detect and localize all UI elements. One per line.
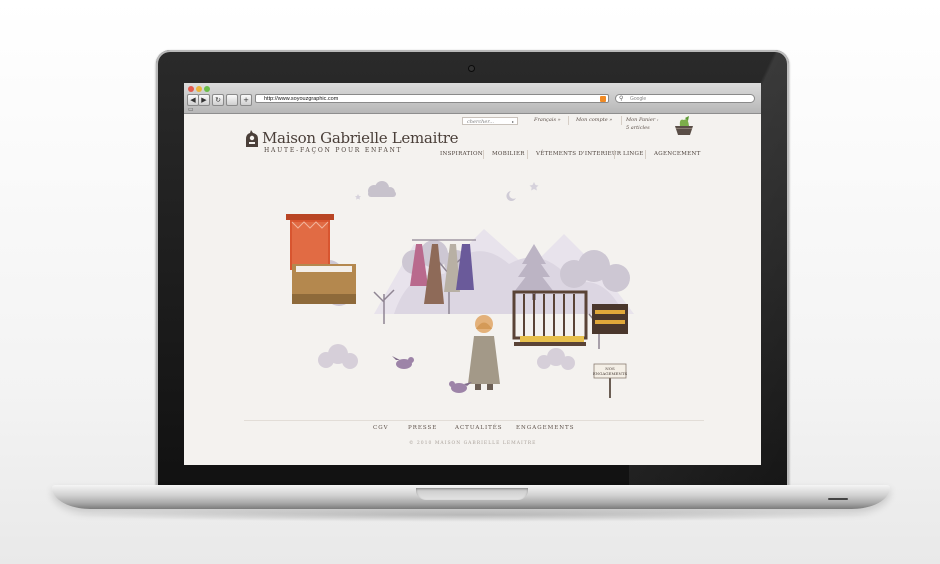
moon-icon: [506, 191, 516, 201]
footer-divider: [244, 420, 704, 421]
footer-link-engagements[interactable]: ENGAGEMENTS: [516, 425, 575, 431]
reload-button[interactable]: ↻: [212, 94, 224, 106]
menu-item-vetements[interactable]: VÊTEMENTS D'INTERIEUR: [536, 151, 621, 157]
brand-name[interactable]: Maison Gabrielle Lemaitre: [262, 129, 459, 147]
web-page: Maison Gabrielle Lemaitre HAUTE-FAÇON PO…: [184, 114, 761, 465]
child-figure: [468, 315, 500, 390]
cloud-shape: [318, 344, 575, 370]
laptop-screen: ◀ ▶ ↻ + http://www.soyouzgraphic.com ⚲ G…: [184, 83, 761, 465]
menu-item-mobilier[interactable]: MOBILIER: [492, 151, 525, 157]
cloud-shape: [368, 181, 396, 197]
account-link[interactable]: Mon compte »: [576, 117, 612, 123]
copyright-notice: © 2010 MAISON GABRIELLE LEMAITRE: [409, 441, 537, 446]
menu-item-inspiration[interactable]: INSPIRATION: [440, 151, 483, 157]
browser-search-placeholder: Google: [630, 96, 647, 102]
zoom-window-icon[interactable]: [204, 86, 210, 92]
webcam: [469, 66, 474, 71]
close-window-icon[interactable]: [188, 86, 194, 92]
cart-link[interactable]: Mon Panier :: [626, 117, 659, 123]
menu-item-linge[interactable]: LINGE: [623, 151, 644, 157]
divider: [621, 116, 622, 125]
laptop-notch: [416, 488, 528, 500]
search-icon: ⚲: [619, 95, 624, 102]
bookmarks-icon[interactable]: ▭: [188, 106, 194, 113]
divider: [483, 150, 484, 159]
language-selector[interactable]: Français »: [534, 117, 561, 123]
sleep-indicator: [828, 498, 848, 500]
site-search-input[interactable]: chercher... ▸: [462, 117, 518, 125]
hero-illustration: NOS ENGAGEMENTS: [286, 181, 634, 398]
divider: [614, 150, 615, 159]
basket-icon[interactable]: [672, 116, 696, 136]
cabinet-shape: [592, 304, 628, 334]
rss-icon[interactable]: [600, 96, 606, 102]
minimize-window-icon[interactable]: [196, 86, 202, 92]
forward-button[interactable]: ▶: [198, 94, 210, 106]
menu-item-agencement[interactable]: AGENCEMENT: [654, 151, 701, 157]
star-icon: [529, 182, 539, 191]
canopy-bed-shape: [286, 214, 356, 304]
brand-logo-icon[interactable]: [244, 130, 260, 148]
engagements-signpost: NOS ENGAGEMENTS: [593, 363, 628, 398]
footer-link-presse[interactable]: PRESSE: [408, 425, 437, 431]
cart-count: 5 articles: [626, 125, 650, 131]
star-icon: [355, 194, 361, 200]
add-bookmark-button[interactable]: +: [240, 94, 252, 106]
bookmark-button[interactable]: [226, 94, 238, 106]
search-submit-icon[interactable]: ▸: [512, 118, 514, 126]
address-bar[interactable]: http://www.soyouzgraphic.com: [255, 94, 609, 103]
browser-toolbar: ◀ ▶ ↻ + http://www.soyouzgraphic.com ⚲ G…: [184, 83, 761, 114]
laptop-shadow: [60, 508, 880, 522]
brand-tagline: HAUTE-FAÇON POUR ENFANT: [264, 147, 403, 154]
site-search-placeholder: chercher...: [467, 119, 494, 125]
bird-icon: [392, 356, 414, 369]
browser-search-field[interactable]: ⚲ Google: [615, 94, 755, 103]
divider: [527, 150, 528, 159]
footer-link-actualites[interactable]: ACTUALITÉS: [455, 425, 503, 431]
signpost-line-2: ENGAGEMENTS: [593, 371, 628, 376]
address-bar-url: http://www.soyouzgraphic.com: [264, 96, 339, 102]
divider: [568, 116, 569, 125]
divider: [645, 150, 646, 159]
footer-link-cgv[interactable]: CGV: [373, 425, 389, 431]
